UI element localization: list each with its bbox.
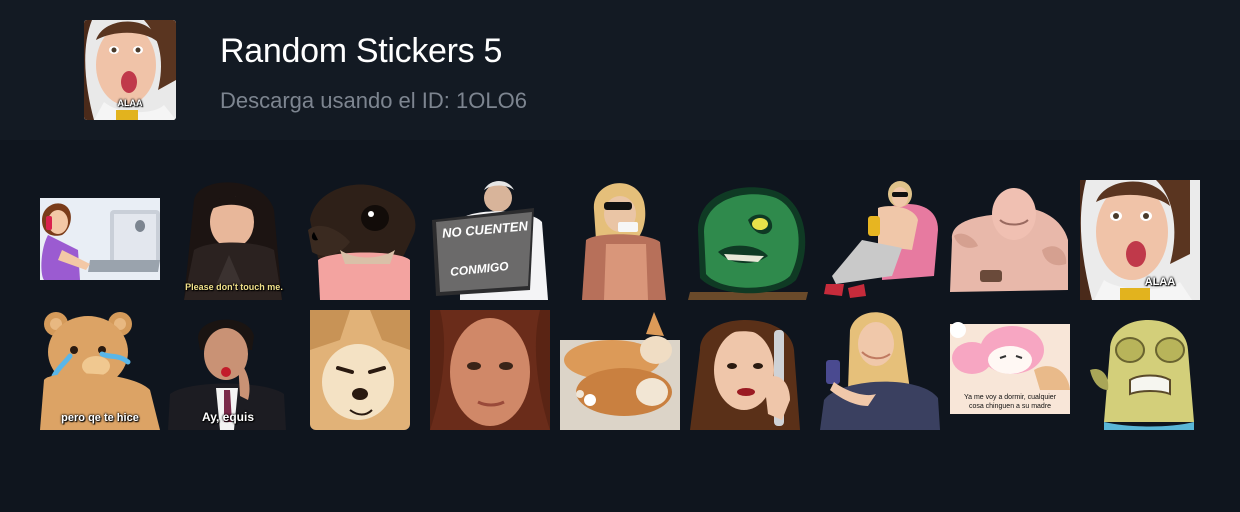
sticker-no-cuenten-conmigo[interactable]: NO CUENTEN CONMIGO (430, 180, 550, 300)
pack-header: ALAA Random Stickers 5 Descarga usando e… (0, 0, 1240, 140)
sticker-caption: Ay, equis (201, 410, 254, 424)
pack-id-subtitle: Descarga usando el ID: 1OLO6 (220, 88, 527, 113)
sticker-green-monster[interactable] (688, 180, 808, 300)
sticker-man-ay-equis[interactable]: Ay, equis (168, 310, 288, 430)
sticker-girl-alaa[interactable]: ALAA (1080, 180, 1200, 300)
sticker-girl-sunglasses-couch[interactable] (822, 180, 942, 300)
sticker-please-dont-touch-me[interactable]: Please don't touch me. (174, 180, 294, 300)
sticker-caption: Please don't touch me. (185, 282, 283, 292)
sticker-girl-closeup[interactable] (430, 310, 550, 430)
thumb-caption: ALAA (117, 98, 143, 108)
sticker-woman-sunglasses-cup[interactable] (576, 180, 696, 300)
sticker-woman-phone-call[interactable] (690, 310, 810, 430)
sticker-corgis[interactable] (560, 310, 680, 430)
sticker-caption: ALAA (1144, 276, 1176, 288)
pack-title: Random Stickers 5 (220, 32, 503, 70)
sticker-shiba-dog[interactable] (310, 310, 430, 430)
sticker-crying-teddy[interactable]: pero qe te hice (40, 310, 160, 430)
sticker-caption-line2: cosa chinguen a su madre (968, 403, 1052, 410)
sticker-my-melody[interactable]: Ya me voy a dormir, cualquier cosa ching… (950, 310, 1070, 430)
sticker-caption: pero qe te hice (61, 412, 139, 424)
sticker-chihuahua-face[interactable] (300, 180, 420, 300)
sticker-girl-cellphone[interactable] (820, 310, 940, 430)
sticker-yellow-fish[interactable] (1090, 310, 1210, 430)
sticker-caption-line1: Ya me voy a dormir, cualquier (963, 394, 1057, 401)
sticker-girl-laptop-phone[interactable] (40, 180, 160, 300)
pack-thumbnail[interactable]: ALAA (84, 20, 176, 120)
sticker-pink-creature[interactable] (950, 180, 1070, 300)
